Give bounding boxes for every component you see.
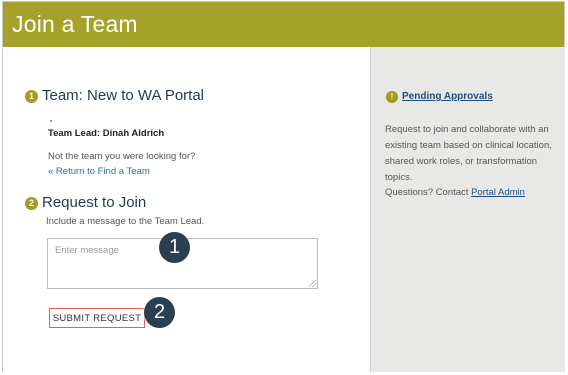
pending-approvals-link[interactable]: Pending Approvals	[402, 91, 493, 102]
divider-dot	[50, 120, 52, 122]
step-2-icon: 2	[25, 197, 38, 210]
questions-contact: Questions? Contact Portal Admin	[385, 187, 525, 198]
page-title: Join a Team	[12, 11, 138, 37]
not-looking-text: Not the team you were looking for?	[48, 151, 196, 162]
callout-marker-2: 2	[144, 297, 175, 328]
resize-grip-icon[interactable]	[309, 280, 316, 287]
page-header: Join a Team	[3, 2, 564, 47]
return-to-find-team-link[interactable]: « Return to Find a Team	[48, 166, 150, 177]
team-lead-label: Team Lead: Dinah Aldrich	[48, 128, 165, 139]
callout-marker-1: 1	[159, 232, 190, 263]
step-1-icon: 1	[25, 90, 38, 103]
submit-request-button[interactable]: SUBMIT REQUEST	[49, 308, 145, 328]
questions-prefix: Questions? Contact	[385, 187, 472, 198]
portal-admin-link[interactable]: Portal Admin	[471, 187, 525, 198]
team-title: Team: New to WA Portal	[42, 87, 204, 104]
request-title: Request to Join	[42, 194, 147, 211]
sidebar-description: Request to join and collaborate with an …	[385, 124, 552, 183]
request-instruction: Include a message to the Team Lead.	[46, 216, 205, 227]
pending-approvals-icon: !	[386, 91, 398, 103]
